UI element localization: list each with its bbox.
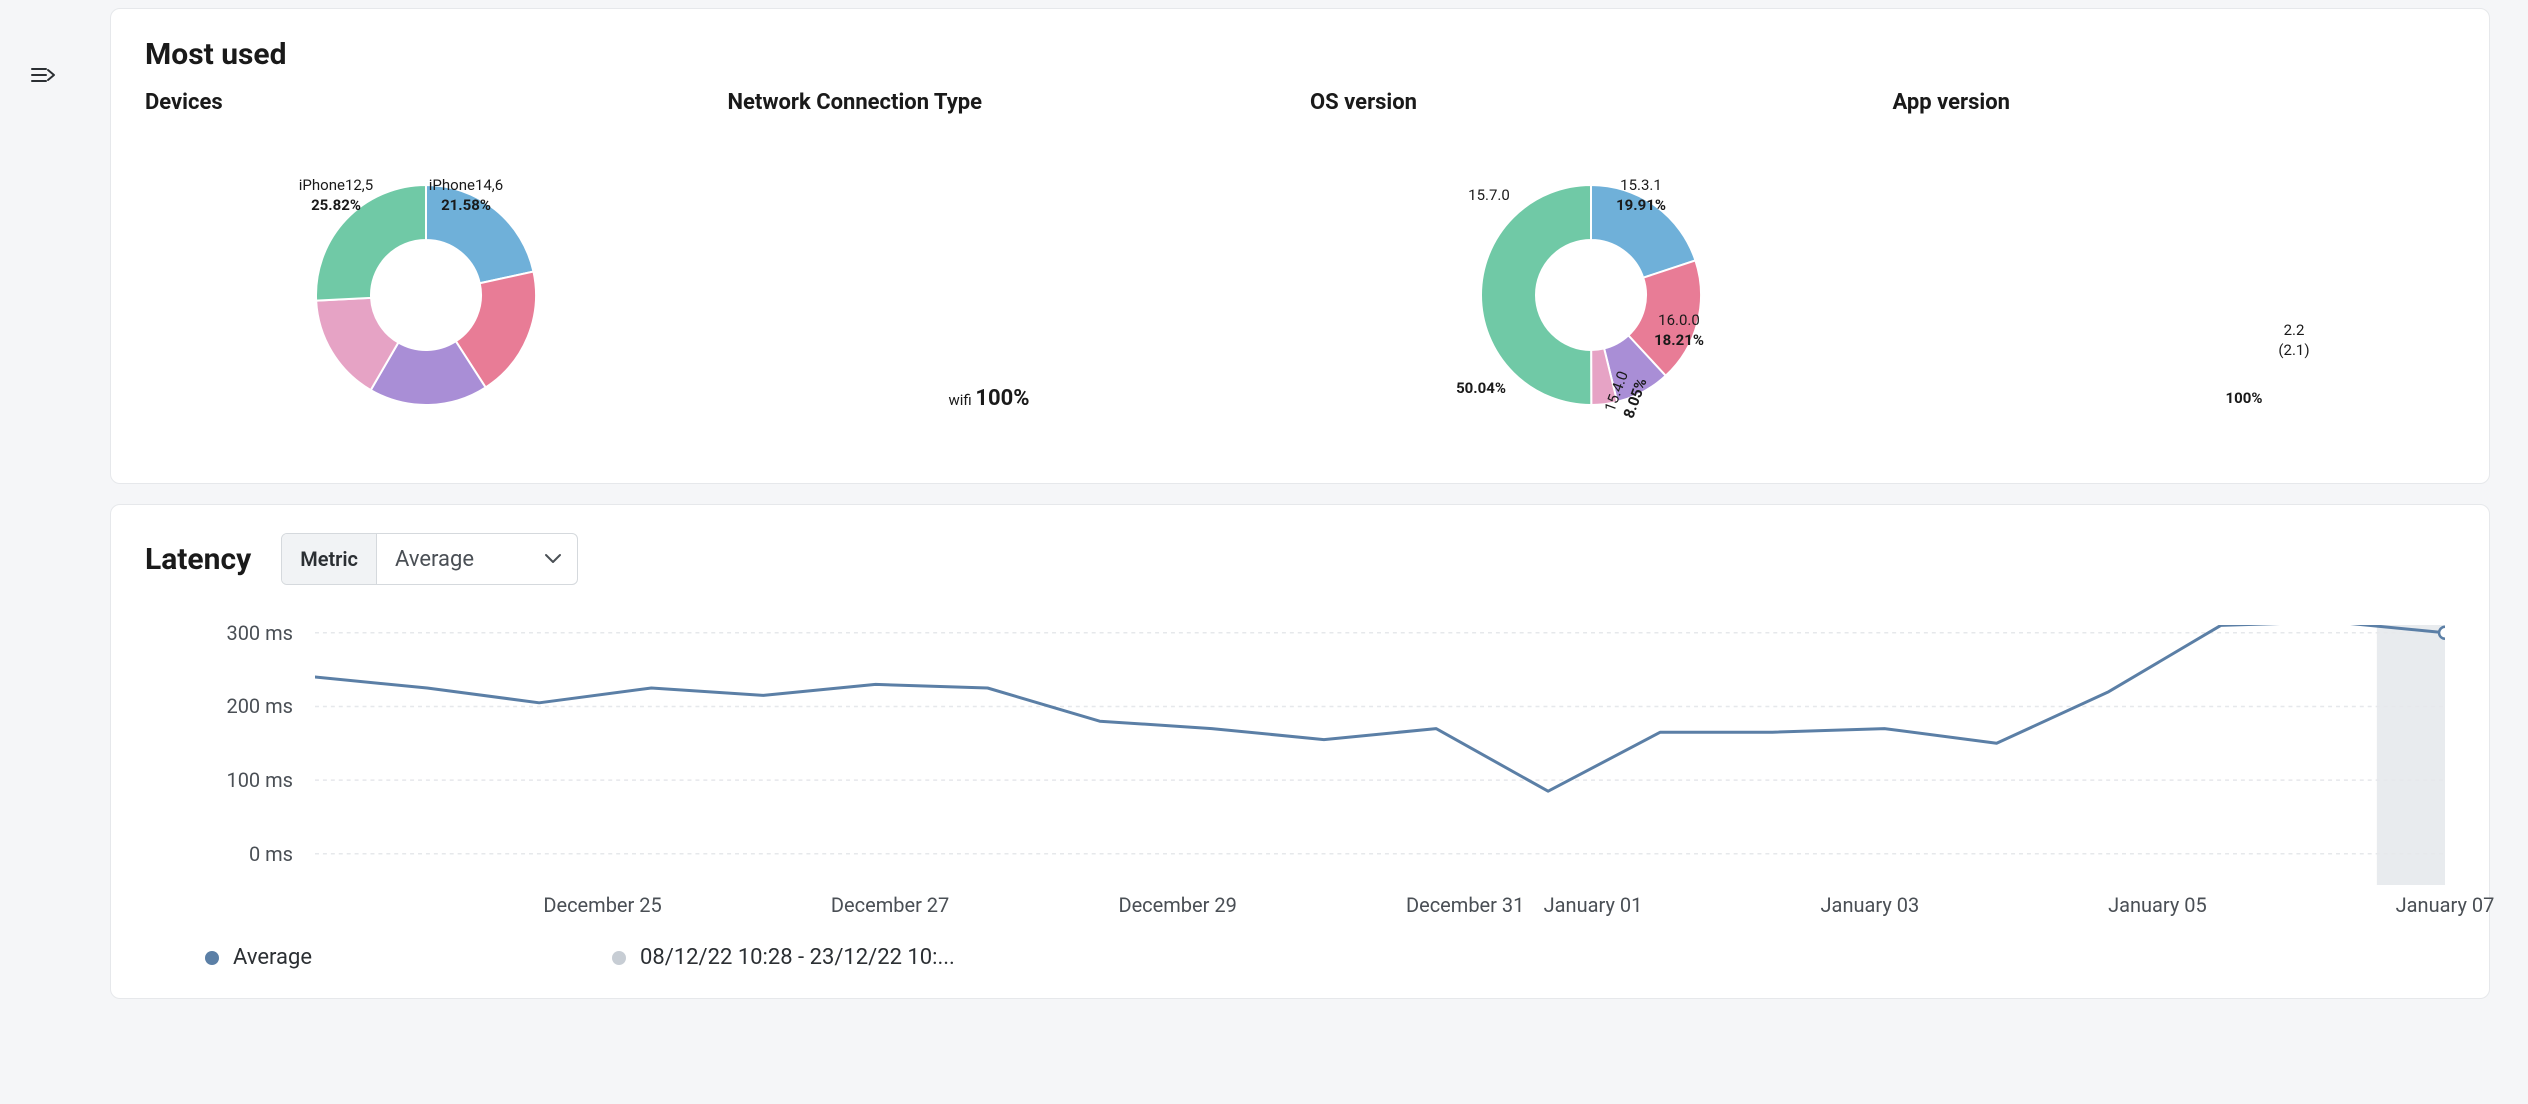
latency-card: Latency Metric Average 300 ms 200 ms 100 m… xyxy=(110,504,2490,999)
metric-label: Metric xyxy=(282,534,377,584)
svg-text:25.82%: 25.82% xyxy=(311,196,361,214)
sidebar-expand-button[interactable] xyxy=(28,60,58,90)
legend-dot-icon xyxy=(205,951,219,965)
x-tick-label: January 07 xyxy=(2396,893,2495,917)
expand-sidebar-icon xyxy=(30,64,56,86)
x-tick-label: December 25 xyxy=(543,893,661,917)
donut-label: App version xyxy=(1893,90,2456,115)
svg-text:15.3.1: 15.3.1 xyxy=(1620,176,1662,194)
svg-text:15.7.0: 15.7.0 xyxy=(1468,186,1510,204)
donut-label: OS version xyxy=(1310,90,1873,115)
latency-header: Latency Metric Average xyxy=(145,533,2455,585)
most-used-title: Most used xyxy=(145,37,2455,72)
svg-text:wifi 100%: wifi 100% xyxy=(948,386,1029,411)
y-tick-label: 200 ms xyxy=(226,694,293,718)
svg-text:100%: 100% xyxy=(2225,389,2262,407)
svg-text:19.91%: 19.91% xyxy=(1616,196,1666,214)
legend-item[interactable]: Average xyxy=(205,945,312,970)
donut-column: App version 2.2 (2.1) 100% xyxy=(1893,90,2456,455)
donut-chart[interactable]: 15.7.015.3.119.91%16.0.018.21%15.4.08.05… xyxy=(1431,135,1751,455)
donut-label: Devices xyxy=(145,90,708,115)
chart-plot-area xyxy=(315,625,2445,885)
main-content: Most used DevicesiPhone12,525.82%iPhone1… xyxy=(110,0,2528,999)
metric-select[interactable]: Metric Average xyxy=(281,533,578,585)
x-tick-label: January 03 xyxy=(1821,893,1920,917)
x-tick-label: December 29 xyxy=(1118,893,1236,917)
svg-text:18.21%: 18.21% xyxy=(1654,331,1704,349)
svg-text:iPhone14,6: iPhone14,6 xyxy=(429,176,503,194)
svg-text:2.2: 2.2 xyxy=(2283,321,2304,339)
x-axis: December 25 December 27 December 29 Decembe… xyxy=(315,893,2445,921)
most-used-card: Most used DevicesiPhone12,525.82%iPhone1… xyxy=(110,8,2490,484)
y-tick-label: 0 ms xyxy=(249,842,293,866)
donut-column: OS version 15.7.0 15.3.1 19.91% 16.0.0 18.21%… xyxy=(1310,90,1873,455)
metric-value-text: Average xyxy=(395,547,474,572)
donut-label: Network Connection Type xyxy=(728,90,1291,115)
donut-chart[interactable]: wifi 100% xyxy=(849,135,1169,455)
svg-text:50.04%: 50.04% xyxy=(1456,379,1506,397)
svg-text:21.58%: 21.58% xyxy=(441,196,491,214)
legend-item[interactable]: 08/12/22 10:28 - 23/12/22 10:... xyxy=(612,945,955,970)
y-tick-label: 300 ms xyxy=(226,621,293,645)
y-tick-label: 100 ms xyxy=(226,768,293,792)
donut-row: Devices iPhone12,5 25.82% iPhone14,6 21.58% N… xyxy=(145,90,2455,455)
legend-label: Average xyxy=(233,945,312,970)
latency-title: Latency xyxy=(145,542,251,577)
x-tick-label: December 27 xyxy=(831,893,949,917)
x-tick-label: January 05 xyxy=(2108,893,2207,917)
donut-chart[interactable]: 2.2 (2.1) 100% xyxy=(2014,135,2334,455)
x-tick-label: January 01 xyxy=(1544,893,1643,917)
chevron-down-icon xyxy=(544,553,562,565)
latency-chart[interactable]: 300 ms200 ms100 ms0 ms December 25Decemb… xyxy=(145,625,2455,885)
legend-dot-icon xyxy=(612,951,626,965)
y-axis: 300 ms200 ms100 ms0 ms xyxy=(145,625,305,885)
x-tick-label: December 31 xyxy=(1406,893,1524,917)
latency-legend: Average 08/12/22 10:28 - 23/12/22 10:... xyxy=(205,945,2455,970)
donut-chart[interactable]: iPhone12,5 25.82% iPhone14,6 21.58% xyxy=(266,135,586,455)
svg-text:(2.1): (2.1) xyxy=(2278,341,2309,359)
svg-text:16.0.0: 16.0.0 xyxy=(1658,311,1700,329)
legend-label: 08/12/22 10:28 - 23/12/22 10:... xyxy=(640,945,955,970)
svg-text:iPhone12,5: iPhone12,5 xyxy=(299,176,373,194)
donut-column: Devices iPhone12,5 25.82% iPhone14,6 21.58% xyxy=(145,90,708,455)
donut-column: Network Connection Type wifi 100% xyxy=(728,90,1291,455)
metric-value[interactable]: Average xyxy=(377,534,577,584)
